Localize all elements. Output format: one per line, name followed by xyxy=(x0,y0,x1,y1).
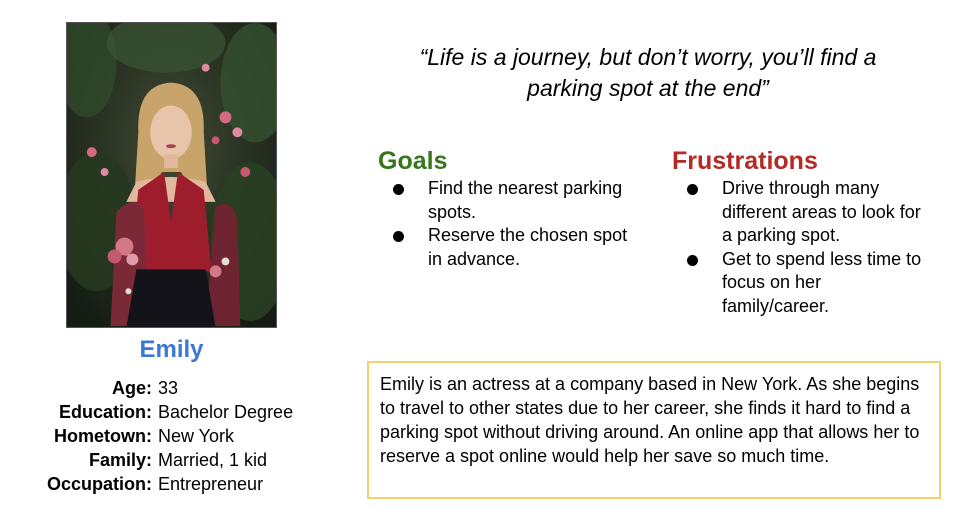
detail-label: Age: xyxy=(112,377,152,398)
bullet-icon xyxy=(378,224,428,271)
detail-label: Family: xyxy=(88,449,152,470)
quote-line: “Life is a journey, but don’t worry, you… xyxy=(419,44,877,70)
frustration-text: Drive through many different areas to lo… xyxy=(722,178,921,245)
goal-text: Find the nearest parking spots. xyxy=(428,178,623,222)
list-item: Reserve the chosen spot in advance. xyxy=(378,224,638,271)
list-item: Find the nearest parking spots. xyxy=(378,177,638,224)
goals-section: Goals Find the nearest parking spots. Re… xyxy=(378,145,638,271)
frustrations-list: Drive through many different areas to lo… xyxy=(672,177,942,318)
detail-value: 33 xyxy=(158,377,179,398)
goals-title: Goals xyxy=(378,147,448,175)
goal-text: Reserve the chosen spot in advance. xyxy=(428,225,628,269)
detail-label: Education: xyxy=(59,401,152,422)
detail-label: Occupation: xyxy=(46,473,152,494)
persona-bio: Emily is an actress at a company based i… xyxy=(367,361,941,499)
persona-details: Age: 33 Education: Bachelor Degree Homet… xyxy=(0,376,330,496)
list-item: Get to spend less time to focus on her f… xyxy=(672,248,942,319)
bullet-icon xyxy=(672,177,722,248)
detail-row-family: Family: Married, 1 kid xyxy=(0,448,330,472)
detail-row-hometown: Hometown: New York xyxy=(0,424,330,448)
detail-row-occupation: Occupation: Entrepreneur xyxy=(0,472,330,496)
goals-list: Find the nearest parking spots. Reserve … xyxy=(378,177,638,271)
detail-row-education: Education: Bachelor Degree xyxy=(0,400,330,424)
frustrations-section: Frustrations Drive through many differen… xyxy=(672,145,942,318)
list-item: Drive through many different areas to lo… xyxy=(672,177,942,248)
detail-value: New York xyxy=(158,425,235,446)
bullet-icon xyxy=(378,177,428,224)
bullet-icon xyxy=(672,248,722,319)
detail-value: Bachelor Degree xyxy=(158,401,294,422)
persona-photo-image xyxy=(67,23,276,327)
persona-quote: “Life is a journey, but don’t worry, you… xyxy=(368,42,928,104)
detail-value: Married, 1 kid xyxy=(158,449,268,470)
quote-line: parking spot at the end” xyxy=(527,75,769,101)
detail-value: Entrepreneur xyxy=(158,473,264,494)
persona-photo xyxy=(66,22,277,328)
detail-row-age: Age: 33 xyxy=(0,376,330,400)
frustrations-title: Frustrations xyxy=(672,147,818,175)
frustration-text: Get to spend less time to focus on her f… xyxy=(722,248,922,316)
persona-name: Emily xyxy=(139,336,204,363)
detail-label: Hometown: xyxy=(54,425,152,446)
